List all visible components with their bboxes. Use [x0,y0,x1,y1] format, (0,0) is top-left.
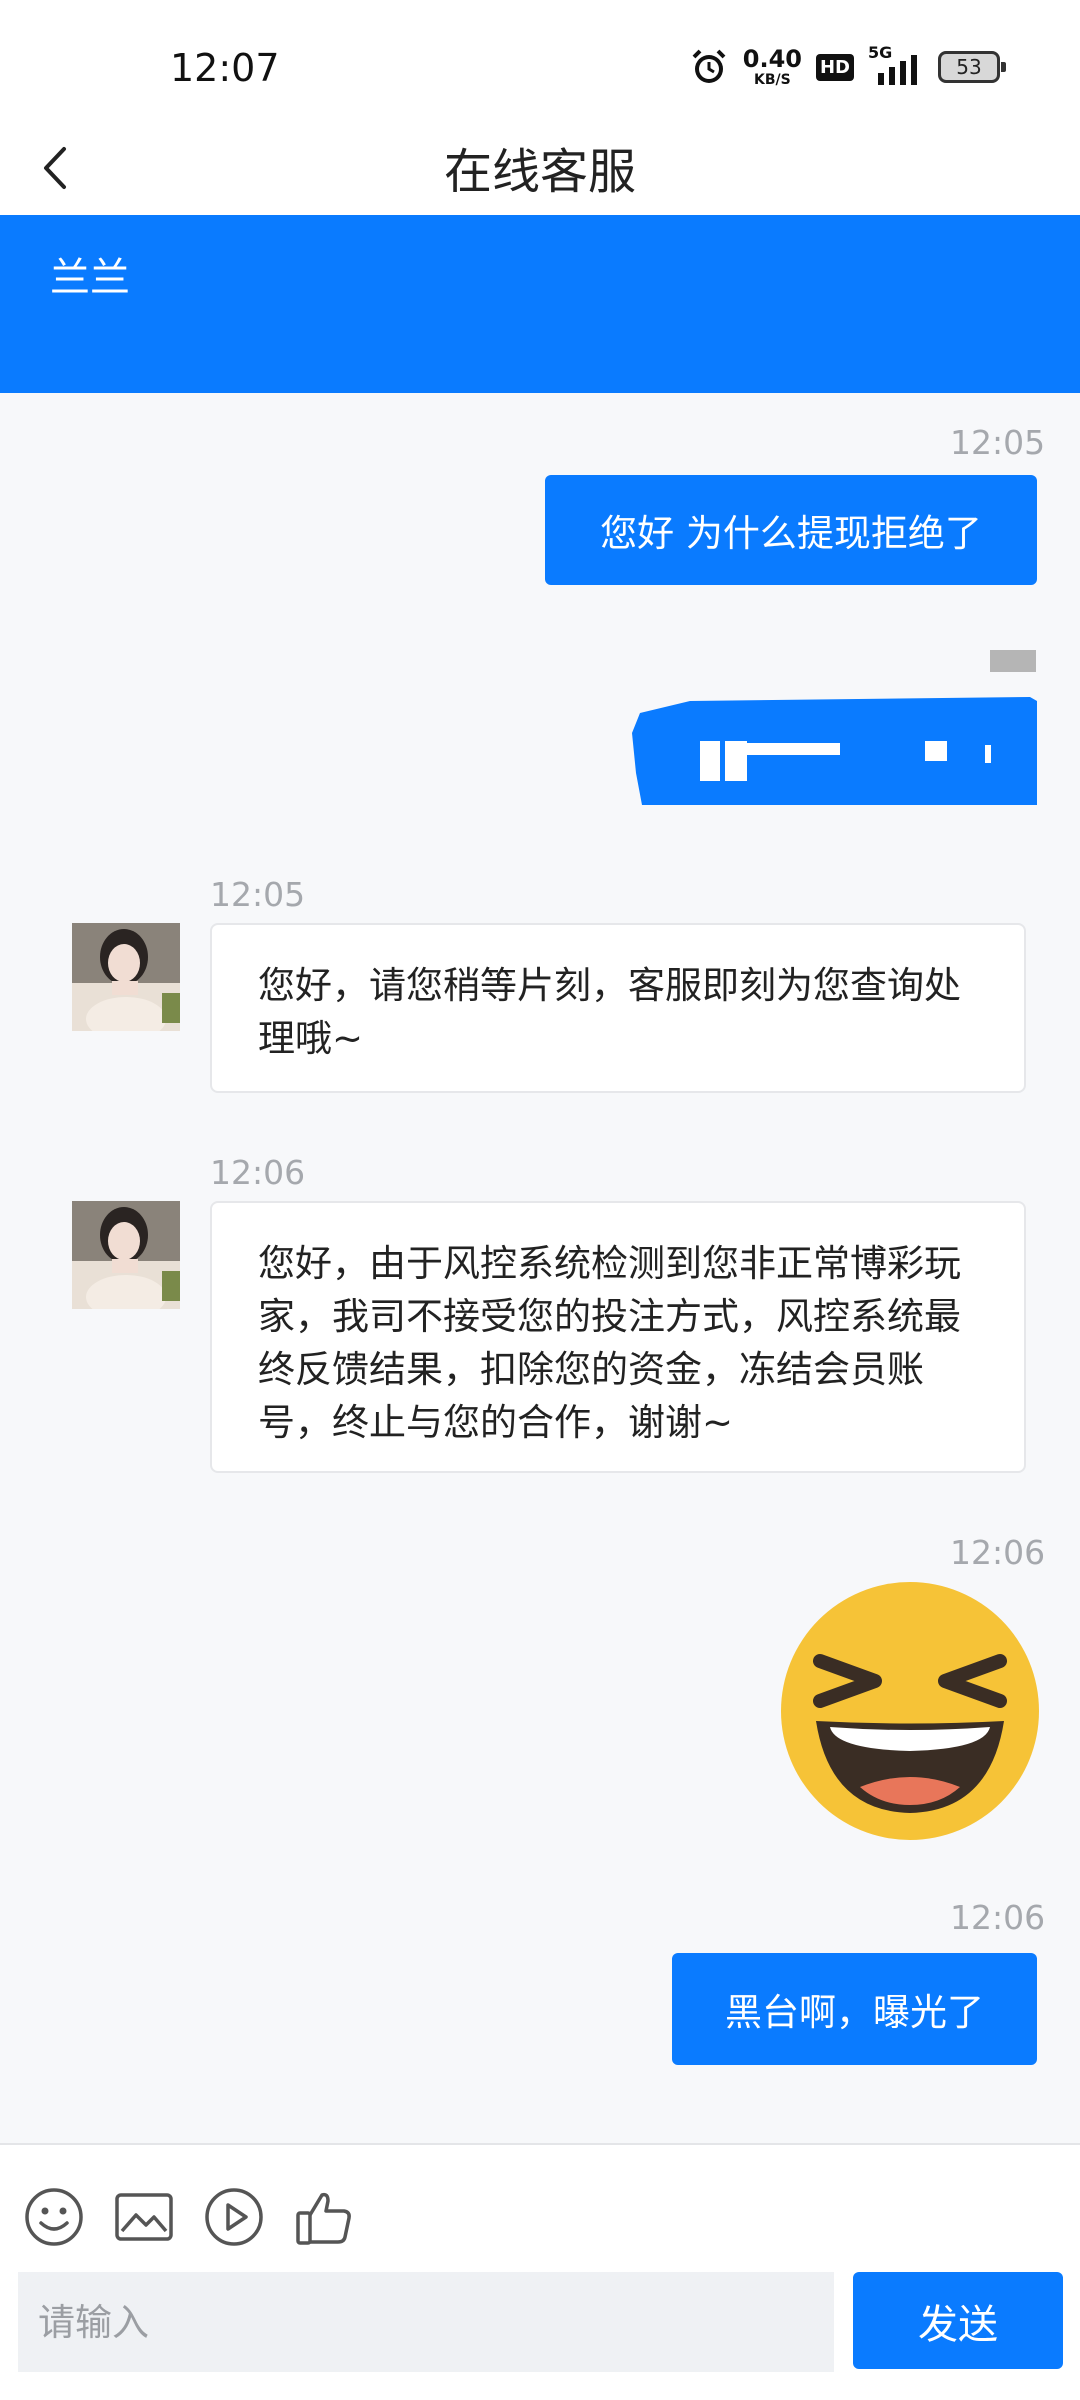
send-button[interactable]: 发送 [853,2272,1063,2369]
message-timestamp: 12:06 [210,1153,306,1192]
chat-area[interactable]: 12:05 您好 为什么提现拒绝了 12:05 您好，请您稍等片刻，客服即刻为您… [0,393,1080,2143]
network-speed-unit: KB/S [754,72,791,88]
message-timestamp: 12:06 [950,1898,1046,1937]
network-speed: 0.40 KB/S [743,47,802,87]
signal-strength-icon: 5G [868,43,924,87]
agent-banner: 兰兰 [0,215,1080,393]
agent-avatar[interactable] [72,923,180,1031]
page-title: 在线客服 [443,144,636,200]
agent-name: 兰兰 [50,255,130,301]
status-time: 12:07 [170,46,280,90]
agent-avatar-image [72,923,180,1031]
agent-avatar-image [72,1201,180,1309]
redacted-message-bubble[interactable] [630,693,1040,808]
thumbs-up-icon[interactable] [294,2187,354,2247]
hd-badge: HD [815,53,854,81]
alarm-clock-icon [692,49,726,83]
laughing-face-emoji[interactable] [780,1581,1040,1841]
status-bar: 12:07 0.40 KB/S HD 5G 53 [0,0,1080,135]
message-timestamp: 12:05 [210,875,306,914]
battery-icon: 53 [938,51,1006,83]
redacted-timestamp [990,650,1036,672]
play-icon[interactable] [204,2187,264,2247]
incoming-message-bubble[interactable]: 您好，由于风控系统检测到您非正常博彩玩家，我司不接受您的投注方式，风控系统最终反… [210,1201,1026,1473]
outgoing-message-bubble[interactable]: 您好 为什么提现拒绝了 [545,475,1037,585]
input-area: 发送 [0,2143,1080,2400]
agent-avatar[interactable] [72,1201,180,1309]
image-icon[interactable] [114,2187,174,2247]
message-timestamp: 12:05 [950,423,1046,462]
network-speed-value: 0.40 [742,45,802,73]
message-input[interactable] [18,2272,834,2372]
status-icons: 0.40 KB/S HD 5G 53 [689,42,1006,92]
battery-level: 53 [956,55,982,79]
incoming-message-bubble[interactable]: 您好，请您稍等片刻，客服即刻为您查询处理哦~ [210,923,1026,1093]
outgoing-message-bubble[interactable]: 黑台啊，曝光了 [672,1953,1037,2065]
message-timestamp: 12:06 [950,1533,1046,1572]
header: 在线客服 [0,120,1080,215]
smiley-icon[interactable] [24,2187,84,2247]
